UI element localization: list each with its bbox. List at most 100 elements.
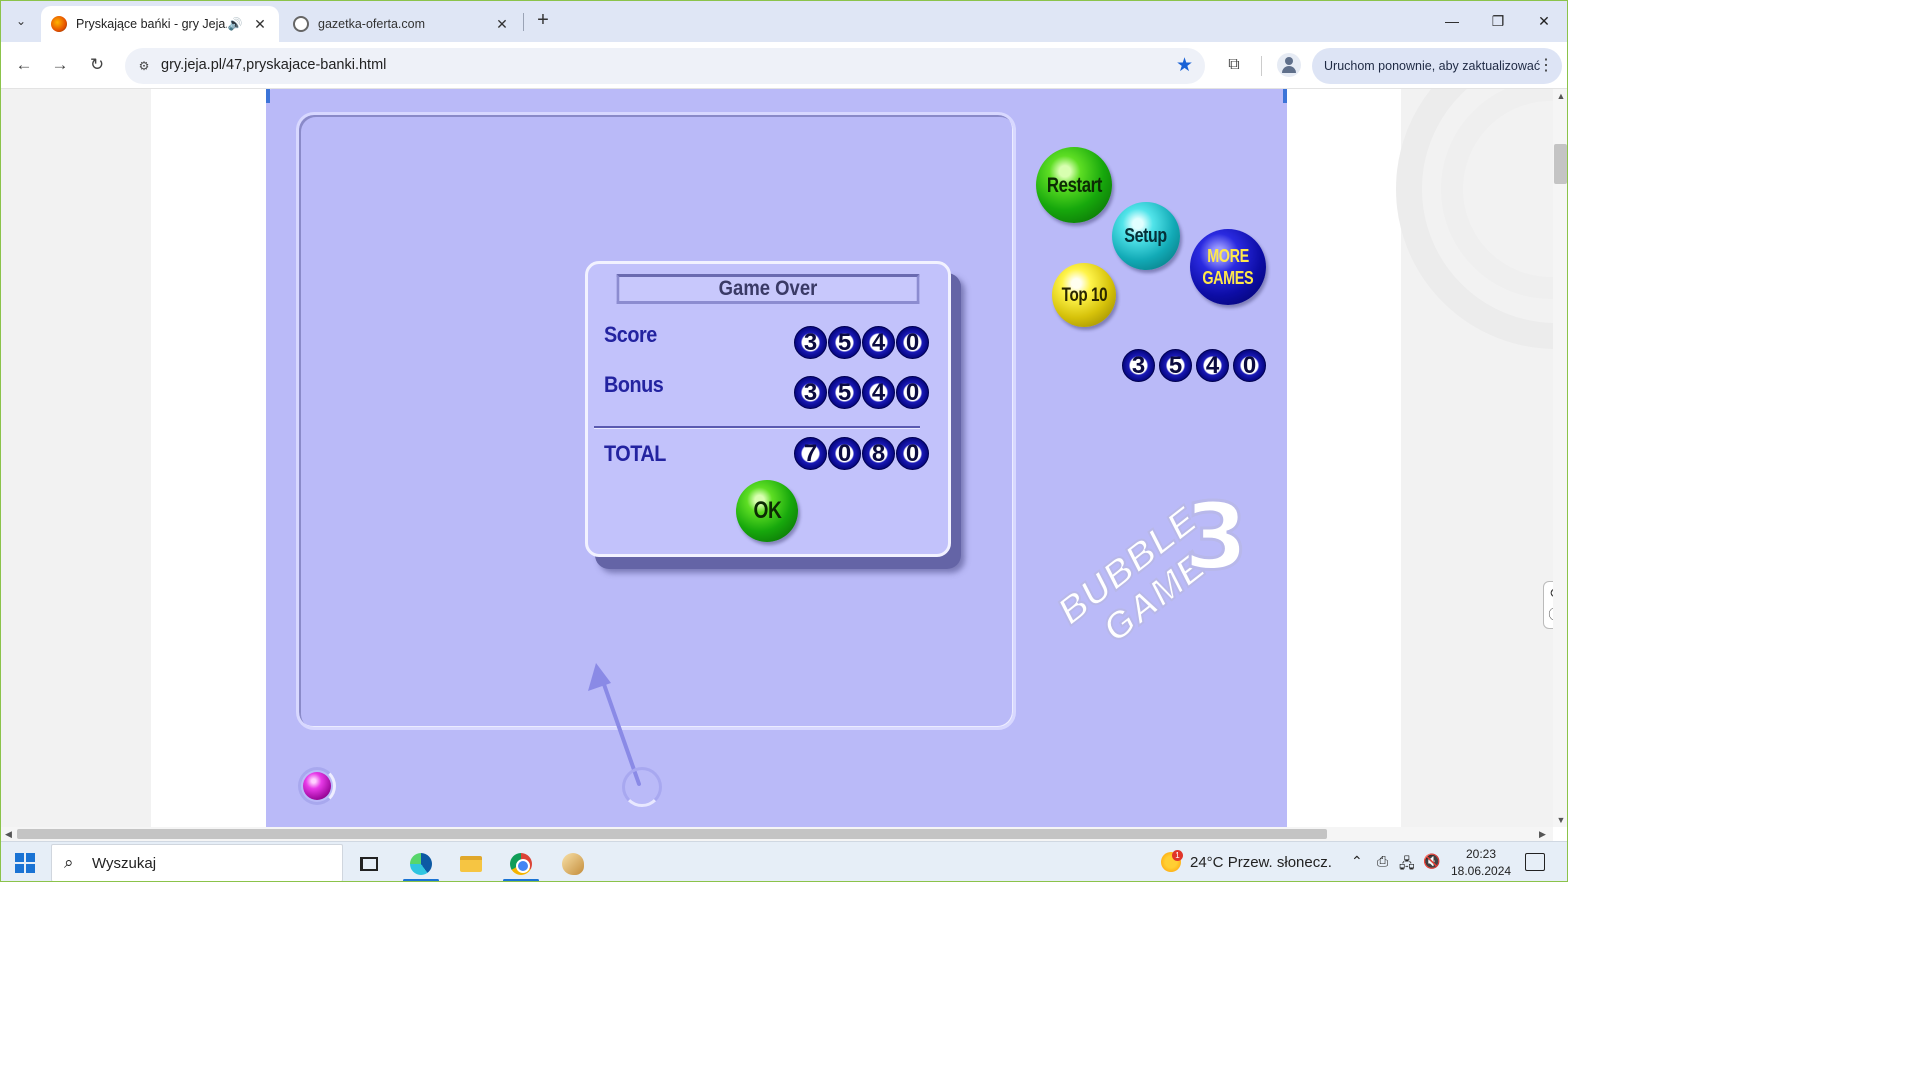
game-canvas[interactable]: Game Over Score 3 5 4 0 Bonus 3 5 4 0 TO… <box>266 89 1287 827</box>
chrome-icon <box>510 853 532 875</box>
restore-icon[interactable]: ❐ <box>1475 7 1521 35</box>
tab-separator <box>523 13 524 31</box>
more-games-label-line1: MORE <box>1207 246 1249 266</box>
horizontal-scroll-thumb[interactable] <box>17 829 1327 839</box>
task-view-icon <box>360 857 378 871</box>
restart-button[interactable]: Restart <box>1036 147 1112 223</box>
ok-button[interactable]: OK <box>736 480 798 542</box>
digit: 4 <box>1196 349 1229 382</box>
dialog-divider <box>594 426 920 429</box>
meet-camera-icon[interactable]: ⎙ <box>1377 853 1388 870</box>
update-button-label: Uruchom ponownie, aby zaktualizować <box>1324 59 1541 73</box>
profile-avatar-icon[interactable] <box>1277 53 1301 77</box>
ok-label: OK <box>753 497 781 524</box>
menu-kebab-icon[interactable]: ⋮ <box>1538 48 1554 84</box>
browser-toolbar: ← → ↻ ⚙ gry.jeja.pl/47,pryskajace-banki.… <box>1 42 1567 89</box>
new-tab-plus-icon[interactable]: + <box>531 9 555 33</box>
frame-accent <box>1283 89 1287 103</box>
url-text[interactable]: gry.jeja.pl/47,pryskajace-banki.html <box>161 57 386 73</box>
bonus-digits: 3 5 4 0 <box>794 376 929 409</box>
file-explorer-button[interactable] <box>449 846 493 881</box>
site-info-tune-icon[interactable]: ⚙ <box>135 57 153 75</box>
close-window-icon[interactable]: ✕ <box>1521 7 1567 35</box>
tab-gazetka-oferta[interactable]: gazetka-oferta.com ✕ <box>283 6 521 42</box>
frame-accent <box>266 89 270 103</box>
top10-button[interactable]: Top 10 <box>1052 263 1116 327</box>
vertical-scrollbar[interactable]: ▲ ▼ <box>1553 89 1567 827</box>
scroll-up-arrow-icon[interactable]: ▲ <box>1553 91 1567 101</box>
notifications-icon[interactable] <box>1525 853 1545 871</box>
restart-to-update-button[interactable]: Uruchom ponownie, aby zaktualizować ⋮ <box>1312 48 1562 84</box>
scroll-left-arrow-icon[interactable]: ◀ <box>5 827 12 841</box>
next-bubble-magenta <box>303 772 331 800</box>
system-clock[interactable]: 20:23 18.06.2024 <box>1451 846 1511 880</box>
scroll-down-arrow-icon[interactable]: ▼ <box>1553 815 1567 825</box>
back-arrow-icon[interactable]: ← <box>11 52 37 78</box>
total-digits: 7 0 8 0 <box>794 437 929 470</box>
paint-taskbar-button[interactable] <box>551 846 595 881</box>
address-bar[interactable]: ⚙ gry.jeja.pl/47,pryskajace-banki.html ★ <box>125 48 1205 84</box>
bubble-game-3-logo: BUBBLE GAME 3 <box>1036 482 1256 655</box>
current-score-digits: 3 5 4 0 <box>1122 349 1266 382</box>
setup-button[interactable]: Setup <box>1112 202 1180 270</box>
search-placeholder: Wyszukaj <box>92 855 157 872</box>
tab-strip: ⌄ Pryskające bańki - gry Jeja.p 🔊 ✕ gaze… <box>1 1 1567 42</box>
windows-start-icon[interactable] <box>15 853 35 873</box>
taskbar-search[interactable]: ⌕ Wyszukaj <box>51 844 343 881</box>
digit: 8 <box>862 437 895 470</box>
digit: 5 <box>1159 349 1192 382</box>
tab-title: gazetka-oferta.com <box>318 17 425 31</box>
weather-desc: Przew. słonecz. <box>1227 854 1332 871</box>
forward-arrow-icon[interactable]: → <box>47 52 73 78</box>
digit: 7 <box>794 437 827 470</box>
digit: 0 <box>828 437 861 470</box>
paint-icon <box>562 853 584 875</box>
clock-time: 20:23 <box>1465 847 1497 861</box>
score-digits: 3 5 4 0 <box>794 326 929 359</box>
setup-label: Setup <box>1124 225 1168 247</box>
more-games-label-line2: GAMES <box>1202 268 1254 288</box>
bookmark-star-icon[interactable]: ★ <box>1176 54 1193 77</box>
dialog-title: Game Over <box>616 274 920 304</box>
tab-pryskajace-banki[interactable]: Pryskające bańki - gry Jeja.p 🔊 ✕ <box>41 6 279 42</box>
folder-icon <box>460 856 482 872</box>
extensions-puzzle-icon[interactable]: ⧉ <box>1221 52 1247 78</box>
tab-search-chevron-icon[interactable]: ⌄ <box>9 9 33 33</box>
chrome-taskbar-button[interactable] <box>499 846 543 881</box>
score-label: Score <box>604 322 657 347</box>
toolbar-separator <box>1261 56 1262 76</box>
task-view-button[interactable] <box>347 846 391 881</box>
minimize-icon[interactable]: — <box>1429 7 1475 35</box>
windows-taskbar: ⌕ Wyszukaj 1 24°C Przew. słonecz. ⌃ ⎙ 🖧 … <box>1 841 1567 881</box>
logo-number: 3 <box>1182 482 1249 592</box>
jeja-favicon-icon <box>51 16 67 32</box>
close-tab-icon[interactable]: ✕ <box>251 16 269 33</box>
digit: 5 <box>828 326 861 359</box>
digit: 0 <box>896 326 929 359</box>
digit: 3 <box>1122 349 1155 382</box>
digit: 0 <box>896 376 929 409</box>
restart-label: Restart <box>1046 173 1102 197</box>
speaker-icon[interactable]: 🔊 <box>227 17 243 31</box>
game-over-dialog: Game Over Score 3 5 4 0 Bonus 3 5 4 0 TO… <box>585 261 951 557</box>
weather-temp: 24°C <box>1190 854 1224 871</box>
digit: 0 <box>896 437 929 470</box>
tray-chevron-up-icon[interactable]: ⌃ <box>1351 853 1363 870</box>
edge-taskbar-button[interactable] <box>399 846 443 881</box>
weather-widget[interactable]: 24°C Przew. słonecz. <box>1190 854 1332 871</box>
network-icon[interactable]: 🖧 <box>1399 853 1415 877</box>
digit: 0 <box>1233 349 1266 382</box>
digit: 4 <box>862 326 895 359</box>
total-label: TOTAL <box>604 441 666 466</box>
digit: 4 <box>862 376 895 409</box>
volume-muted-icon[interactable]: 🔇 <box>1423 853 1440 870</box>
close-tab-icon[interactable]: ✕ <box>493 16 511 33</box>
top10-label: Top 10 <box>1061 284 1107 306</box>
more-games-button[interactable]: MORE GAMES <box>1190 229 1266 305</box>
vertical-scroll-thumb[interactable] <box>1554 144 1567 184</box>
reload-icon[interactable]: ↻ <box>84 52 110 78</box>
bubble-launcher[interactable] <box>622 767 662 807</box>
scroll-right-arrow-icon[interactable]: ▶ <box>1539 827 1546 841</box>
digit: 3 <box>794 326 827 359</box>
horizontal-scrollbar[interactable]: ◀ ▶ <box>1 827 1553 841</box>
